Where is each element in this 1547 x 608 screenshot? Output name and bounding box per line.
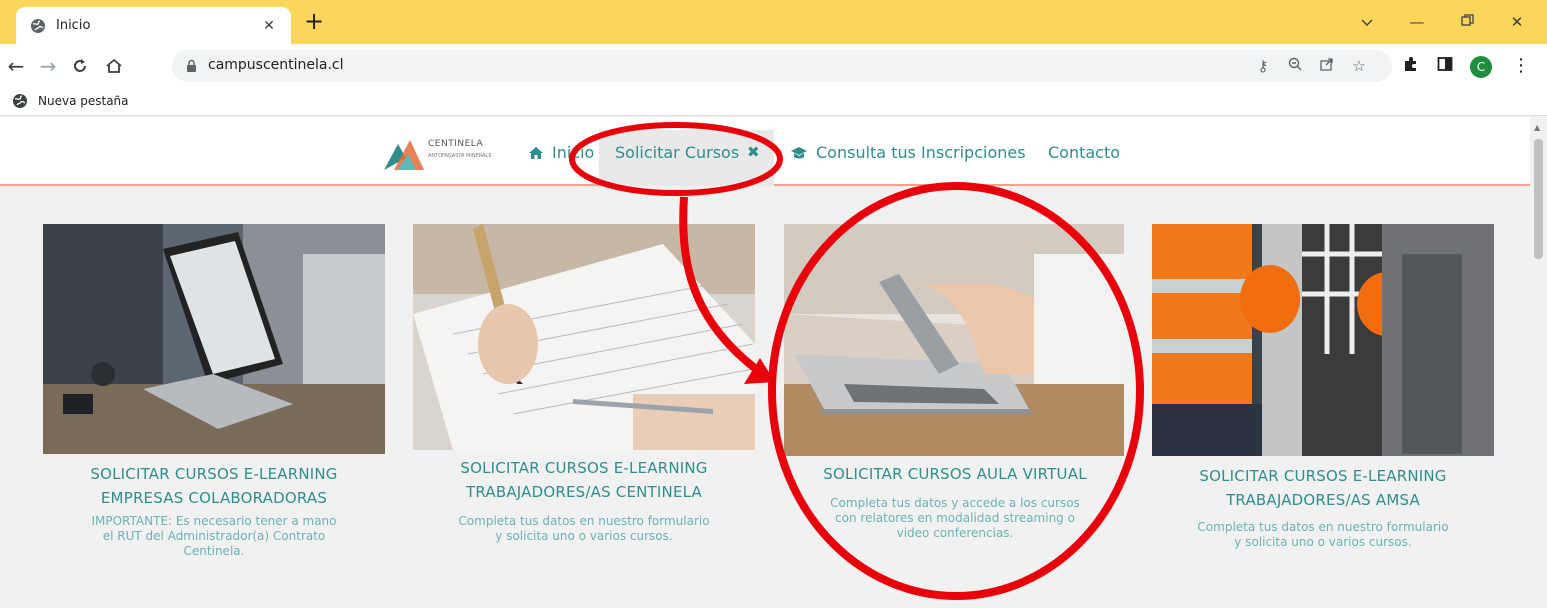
nav-item-consulta[interactable]: Consulta tus Inscripciones [790, 143, 1026, 162]
course-photo-phone [784, 224, 1126, 456]
browser-toolbar: ← → campuscentinela.cl ⚷ ☆ C ⋮ [0, 44, 1547, 88]
globe-icon [13, 94, 27, 108]
home-button[interactable] [100, 52, 128, 80]
course-card-centinela[interactable]: SOLICITAR CURSOS E-LEARNING TRABAJADORES… [413, 224, 755, 544]
nav-contacto-label: Contacto [1048, 143, 1121, 162]
bookmark-item[interactable]: Nueva pestaña [12, 93, 129, 109]
home-icon [529, 146, 543, 159]
close-tab-icon[interactable]: ✕ [259, 18, 279, 34]
page-viewport: CENTINELA ANTOFAGASTA MINERALS Inicio So… [0, 117, 1547, 608]
bookmark-star-icon[interactable]: ☆ [1348, 56, 1370, 76]
scrollbar-thumb[interactable] [1534, 139, 1543, 259]
nav-consulta-label: Consulta tus Inscripciones [816, 143, 1026, 162]
url-text: campuscentinela.cl [208, 57, 344, 73]
key-icon[interactable]: ⚷ [1252, 56, 1274, 76]
share-icon[interactable] [1316, 56, 1338, 76]
globe-icon [31, 18, 45, 33]
card-description: Completa tus datos en nuestro formulario… [458, 514, 710, 543]
tab-search-chevron-icon[interactable] [1347, 8, 1387, 36]
extensions-puzzle-icon[interactable] [1400, 56, 1422, 76]
browser-tab-strip: Inicio ✕ + — ✕ [0, 0, 1547, 44]
course-card-empresas[interactable]: SOLICITAR CURSOS E-LEARNING EMPRESAS COL… [43, 224, 385, 559]
card-title: SOLICITAR CURSOS E-LEARNING TRABAJADORES… [1199, 467, 1447, 509]
course-photo-form [413, 224, 755, 450]
back-button[interactable]: ← [2, 52, 30, 80]
close-icon: ✖ [747, 143, 760, 161]
browser-menu-icon[interactable]: ⋮ [1512, 54, 1530, 78]
graduation-cap-icon [791, 146, 807, 158]
browser-tab[interactable]: Inicio ✕ [16, 7, 291, 44]
nav-inicio-label: Inicio [552, 143, 595, 162]
lock-icon [187, 59, 196, 72]
zoom-icon[interactable] [1284, 56, 1306, 76]
nav-item-contacto[interactable]: Contacto [1048, 143, 1120, 162]
card-description: Completa tus datos en nuestro formulario… [1197, 520, 1449, 549]
course-photo-workers [1152, 224, 1494, 456]
card-title: SOLICITAR CURSOS AULA VIRTUAL [823, 465, 1087, 483]
course-card-aula-virtual[interactable]: SOLICITAR CURSOS AULA VIRTUAL Completa t… [784, 224, 1126, 541]
card-title: SOLICITAR CURSOS E-LEARNING EMPRESAS COL… [90, 465, 338, 507]
centinela-logo-mark [384, 140, 424, 170]
logo-subtext: ANTOFAGASTA MINERALS [428, 153, 492, 159]
bookmark-label: Nueva pestaña [38, 94, 129, 108]
reload-button[interactable] [66, 52, 94, 80]
address-bar[interactable]: campuscentinela.cl ⚷ ☆ [172, 50, 1392, 82]
course-photo-laptop [43, 224, 385, 454]
close-window-button[interactable]: ✕ [1497, 8, 1537, 36]
page-scrollbar[interactable]: ▲ [1530, 117, 1547, 608]
minimize-button[interactable]: — [1397, 8, 1437, 36]
new-tab-button[interactable]: + [300, 8, 328, 36]
card-title: SOLICITAR CURSOS E-LEARNING TRABAJADORES… [460, 459, 708, 501]
profile-avatar[interactable]: C [1470, 56, 1492, 78]
course-card-amsa[interactable]: SOLICITAR CURSOS E-LEARNING TRABAJADORES… [1152, 224, 1494, 550]
nav-item-inicio[interactable]: Inicio [528, 143, 594, 162]
scroll-up-icon[interactable]: ▲ [1534, 123, 1540, 132]
nav-solicitar-label: Solicitar Cursos [615, 143, 740, 162]
card-description: Completa tus datos y accede a los cursos… [830, 496, 1080, 540]
logo-text: CENTINELA [428, 139, 484, 149]
tab-title: Inicio [56, 18, 91, 33]
centinela-logo[interactable]: CENTINELA ANTOFAGASTA MINERALS [382, 136, 512, 176]
bookmarks-bar: Nueva pestaña [0, 88, 1547, 116]
side-panel-icon[interactable] [1434, 56, 1456, 76]
nav-item-solicitar-cursos[interactable]: Solicitar Cursos ✖ [599, 130, 774, 186]
restore-button[interactable] [1447, 8, 1487, 36]
card-description: IMPORTANTE: Es necesario tener a mano el… [91, 514, 337, 558]
forward-button[interactable]: → [34, 52, 62, 80]
site-navbar: CENTINELA ANTOFAGASTA MINERALS Inicio So… [0, 117, 1530, 186]
